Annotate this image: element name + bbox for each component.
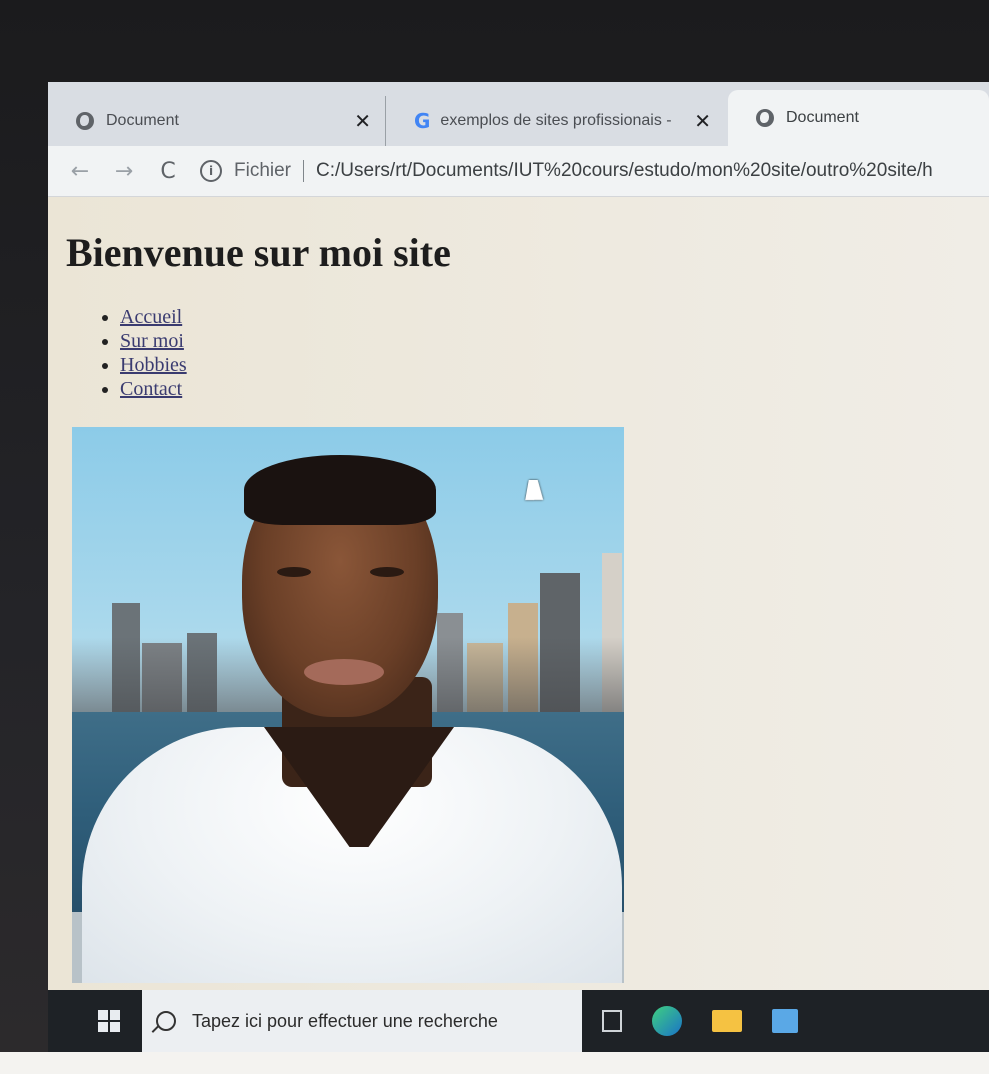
tab-strip: Document ✕ G exemplos de sites profissio… [48, 82, 989, 146]
file-explorer-icon[interactable] [712, 1010, 742, 1032]
web-page: Bienvenue sur moi site Accueil Sur moi H… [48, 197, 989, 1050]
store-icon[interactable] [772, 1009, 798, 1033]
right-eye [370, 567, 404, 577]
browser-toolbar: ← → C i Fichier C:/Users/rt/Documents/IU… [48, 146, 989, 197]
browser-window: Document ✕ G exemplos de sites profissio… [48, 82, 989, 1050]
tab-label: exemplos de sites profissionais - [440, 112, 672, 129]
taskbar-search-box[interactable]: Tapez ici pour effectuer une recherche [142, 990, 582, 1052]
mouth [304, 659, 384, 685]
profile-photo [72, 427, 624, 983]
google-icon: G [414, 109, 431, 133]
tab-document-1[interactable]: Document ✕ [48, 96, 385, 146]
close-tab-icon[interactable]: ✕ [694, 109, 711, 134]
nav-item: Sur moi [120, 329, 187, 353]
info-icon[interactable]: i [200, 160, 222, 182]
windows-start-icon[interactable] [98, 1010, 120, 1032]
back-arrow-icon[interactable]: ← [58, 159, 102, 184]
globe-icon [756, 109, 774, 127]
page-title: Bienvenue sur moi site [66, 230, 451, 275]
nav-item: Contact [120, 377, 187, 401]
hair [244, 455, 436, 525]
forward-arrow-icon[interactable]: → [102, 159, 146, 184]
globe-icon [76, 112, 94, 130]
url-scheme-label: Fichier [234, 160, 292, 181]
tab-label: Document [786, 109, 859, 126]
url-text[interactable]: C:/Users/rt/Documents/IUT%20cours/estudo… [316, 160, 933, 182]
task-view-icon[interactable] [602, 1010, 622, 1032]
nav-list: Accueil Sur moi Hobbies Contact [100, 305, 187, 401]
omnibox-divider [303, 160, 305, 182]
search-placeholder: Tapez ici pour effectuer une recherche [192, 1010, 498, 1031]
reload-icon[interactable]: C [146, 159, 190, 184]
windows-taskbar: Tapez ici pour effectuer une recherche [48, 990, 989, 1052]
edge-browser-icon[interactable] [652, 1006, 682, 1036]
nav-link-sur-moi[interactable]: Sur moi [120, 330, 184, 352]
nav-link-hobbies[interactable]: Hobbies [120, 354, 187, 376]
close-tab-icon[interactable]: ✕ [354, 109, 371, 134]
mouse-cursor-icon [525, 480, 547, 500]
tab-label: Document [106, 112, 179, 129]
left-eye [277, 567, 311, 577]
nav-item: Accueil [120, 305, 187, 329]
address-bar[interactable]: i Fichier C:/Users/rt/Documents/IUT%20co… [200, 160, 933, 182]
nav-item: Hobbies [120, 353, 187, 377]
pinned-apps [602, 1006, 798, 1036]
tab-document-active[interactable]: Document [728, 90, 989, 146]
search-icon [156, 1011, 176, 1031]
nav-link-accueil[interactable]: Accueil [120, 306, 182, 328]
nav-link-contact[interactable]: Contact [120, 378, 182, 400]
tab-google-search[interactable]: G exemplos de sites profissionais - ✕ [385, 96, 725, 146]
